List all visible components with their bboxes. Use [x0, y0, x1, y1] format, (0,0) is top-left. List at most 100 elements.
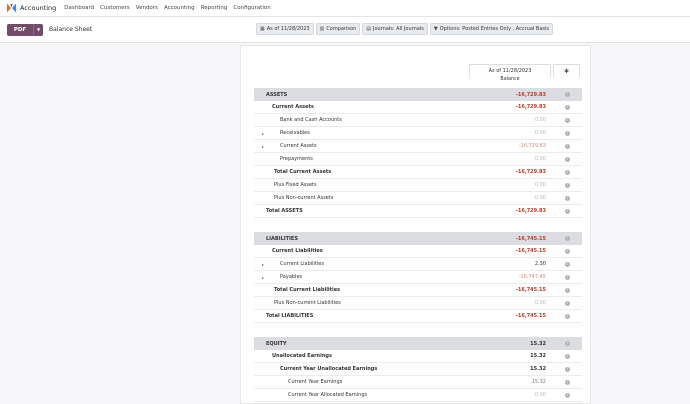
row-label: Total LIABILITIES	[266, 313, 314, 319]
row-label: Current Liabilities	[272, 248, 323, 254]
column-header-balance: Balance	[500, 77, 520, 82]
report-row-liabilities[interactable]: LIABILITIES -16,745.15 i	[254, 232, 582, 245]
filter-icon: ▼	[433, 26, 438, 32]
report-row-assets[interactable]: ASSETS -16,729.83 i	[254, 88, 582, 101]
info-icon[interactable]: i	[565, 392, 570, 398]
info-icon[interactable]: i	[565, 313, 570, 319]
column-header-date: As of 11/28/2023	[469, 64, 551, 77]
chevron-right-icon[interactable]: ▸	[262, 262, 264, 267]
row-value: 0.00	[534, 195, 546, 201]
comparison-filter-label: Comparison	[326, 26, 357, 32]
info-icon[interactable]: i	[565, 130, 570, 136]
info-icon[interactable]: i	[565, 353, 570, 359]
gear-icon[interactable]: ✱	[553, 64, 580, 77]
info-icon[interactable]: i	[565, 261, 570, 267]
report-row-current-year-allocated[interactable]: Current Year Allocated Earnings 0.00 i	[254, 389, 582, 402]
options-filter-label: Options: Posted Entries Only , Accrual B…	[439, 26, 549, 32]
report-row-current-liabilities[interactable]: Current Liabilities -16,745.15 i	[254, 245, 582, 258]
nav-dashboard[interactable]: Dashboard	[64, 5, 94, 11]
info-icon[interactable]: i	[565, 236, 570, 241]
info-icon[interactable]: i	[565, 92, 570, 97]
report-row-current-year-unallocated[interactable]: Current Year Unallocated Earnings 15.32 …	[254, 363, 582, 376]
row-label: Current Year Unallocated Earnings	[280, 366, 378, 372]
report-row-total-liabilities[interactable]: Total LIABILITIES -16,745.15 i	[254, 310, 582, 323]
report-row-fixed-assets[interactable]: Plus Fixed Assets 0.00 i	[254, 179, 582, 192]
row-label: Total Current Assets	[274, 169, 332, 175]
row-label[interactable]: Prepayments	[280, 156, 313, 162]
report-row-non-current-liabilities[interactable]: Plus Non-current Liabilities 0.00 i	[254, 297, 582, 310]
nav-accounting[interactable]: Accounting	[164, 5, 195, 11]
app-name[interactable]: Accounting	[20, 4, 56, 12]
report-row-current-assets-sub[interactable]: ▸ Current Assets -16,729.83 i	[254, 140, 582, 153]
row-value: -16,729.83	[515, 208, 546, 214]
row-label: LIABILITIES	[266, 235, 298, 242]
row-label: Receivables	[280, 130, 310, 136]
row-value: -16,745.15	[515, 287, 546, 293]
report-row-current-liabilities-sub[interactable]: ▸ Current Liabilities 2.30 i	[254, 258, 582, 271]
comparison-filter-button[interactable]: ▥ Comparison	[315, 23, 361, 35]
row-label: Current Year Allocated Earnings	[288, 392, 368, 398]
date-filter-label: As of 11/28/2023	[266, 26, 310, 32]
row-value: 2.30	[534, 261, 546, 267]
info-icon[interactable]: i	[565, 208, 570, 214]
row-value: -16,747.45	[518, 274, 546, 280]
info-icon[interactable]: i	[565, 117, 570, 123]
info-icon[interactable]: i	[565, 156, 570, 162]
chevron-right-icon[interactable]: ▸	[262, 131, 264, 136]
row-label: Plus Non-current Assets	[274, 195, 334, 201]
journals-filter-label: Journals: All Journals	[372, 26, 424, 32]
row-label[interactable]: Bank and Cash Accounts	[280, 117, 342, 123]
nav-customers[interactable]: Customers	[100, 5, 130, 11]
row-label: Current Assets	[280, 143, 317, 149]
report-row-current-assets[interactable]: Current Assets -16,729.83 i	[254, 101, 582, 114]
apps-menu-icon[interactable]	[7, 3, 16, 13]
report-row-equity[interactable]: EQUITY 15.32 i	[254, 337, 582, 350]
nav-vendors[interactable]: Vendors	[136, 5, 158, 11]
info-icon[interactable]: i	[565, 274, 570, 280]
report-row-total-current-assets[interactable]: Total Current Assets -16,729.83 i	[254, 166, 582, 179]
calendar-icon: ▦	[260, 26, 265, 32]
date-filter-button[interactable]: ▦ As of 11/28/2023	[256, 23, 314, 35]
chevron-right-icon[interactable]: ▸	[262, 144, 264, 149]
control-panel: PDF ▼ Balance Sheet ▦ As of 11/28/2023 ▥…	[0, 17, 690, 43]
report-row-current-year-earnings[interactable]: Current Year Earnings 15.32 i	[254, 376, 582, 389]
row-label: Total ASSETS	[266, 208, 303, 214]
pdf-button[interactable]: PDF ▼	[7, 23, 43, 36]
info-icon[interactable]: i	[565, 169, 570, 175]
chevron-right-icon[interactable]: ▸	[262, 275, 264, 280]
info-icon[interactable]: i	[565, 195, 570, 201]
info-icon[interactable]: i	[565, 287, 570, 293]
row-label: ASSETS	[266, 91, 288, 98]
info-icon[interactable]: i	[565, 379, 570, 385]
row-value: -16,729.83	[515, 91, 546, 98]
chevron-down-icon[interactable]: ▼	[33, 23, 43, 36]
row-label: Total Current Liabilities	[274, 287, 341, 293]
info-icon[interactable]: i	[565, 143, 570, 149]
report-row-non-current-assets[interactable]: Plus Non-current Assets 0.00 i	[254, 192, 582, 205]
report-row-prepayments[interactable]: Prepayments 0.00 i	[254, 153, 582, 166]
options-filter-button[interactable]: ▼ Options: Posted Entries Only , Accrual…	[429, 23, 553, 35]
report-row-unallocated-earnings[interactable]: Unallocated Earnings 15.32 i	[254, 350, 582, 363]
report-row-bank-cash[interactable]: Bank and Cash Accounts 0.00 i	[254, 114, 582, 127]
report-row-total-current-liabilities[interactable]: Total Current Liabilities -16,745.15 i	[254, 284, 582, 297]
journals-filter-button[interactable]: ▤ Journals: All Journals	[362, 23, 428, 35]
row-value: 0.00	[534, 182, 546, 188]
row-value: -16,729.83	[518, 143, 546, 149]
info-icon[interactable]: i	[565, 248, 570, 254]
pdf-button-label: PDF	[13, 26, 27, 33]
nav-reporting[interactable]: Reporting	[201, 5, 228, 11]
info-icon[interactable]: i	[565, 182, 570, 188]
report-row-receivables[interactable]: ▸ Receivables 0.00 i	[254, 127, 582, 140]
row-value: 0.00	[534, 117, 546, 123]
info-icon[interactable]: i	[565, 341, 570, 346]
info-icon[interactable]: i	[565, 366, 570, 372]
row-label[interactable]: Current Year Earnings	[288, 379, 342, 385]
row-value: 15.32	[531, 379, 546, 385]
book-icon: ▤	[366, 26, 371, 32]
info-icon[interactable]: i	[565, 300, 570, 306]
info-icon[interactable]: i	[565, 104, 570, 110]
report-row-payables[interactable]: ▸ Payables -16,747.45 i	[254, 271, 582, 284]
report-row-total-assets[interactable]: Total ASSETS -16,729.83 i	[254, 205, 582, 218]
nav-configuration[interactable]: Configuration	[233, 5, 270, 11]
top-navbar: Accounting Dashboard Customers Vendors A…	[0, 0, 690, 17]
